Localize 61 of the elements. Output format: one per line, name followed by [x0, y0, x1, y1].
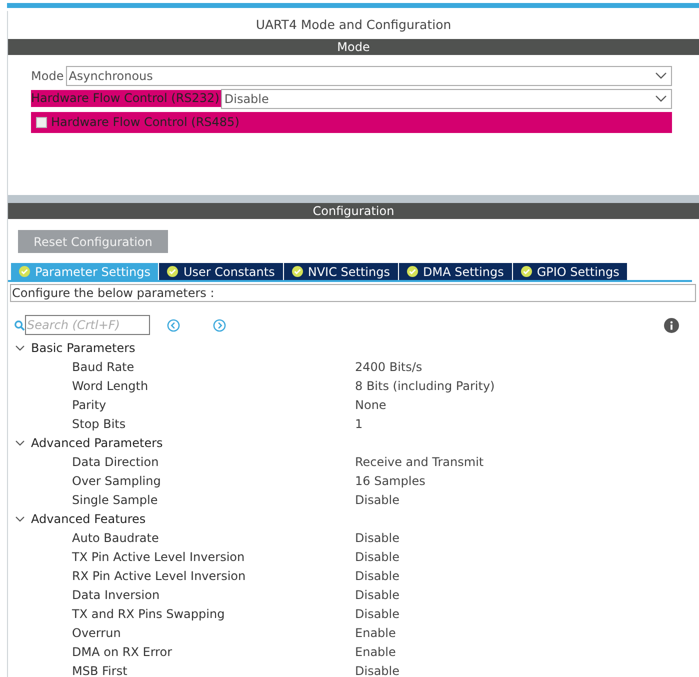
tab[interactable]: NVIC Settings [284, 263, 399, 280]
checkbox[interactable] [36, 116, 47, 128]
section-header: Configuration [8, 203, 699, 220]
tab[interactable]: GPIO Settings [512, 263, 628, 280]
chevron-down-icon[interactable] [15, 342, 25, 352]
parameter-name[interactable]: Data Inversion [8, 586, 355, 604]
parameter-value[interactable]: Receive and Transmit [355, 452, 484, 470]
flow-control-dropdown[interactable]: Disable [221, 88, 672, 109]
splitter-bar[interactable] [8, 195, 699, 204]
check-circle-icon [19, 266, 30, 278]
mode-label: Mode [31, 68, 64, 85]
parameter-value[interactable]: Disable [355, 566, 400, 584]
parameter-name[interactable]: Parity [8, 396, 355, 414]
parameter-name[interactable]: Data Direction [8, 452, 355, 470]
check-circle-icon [406, 266, 418, 278]
search-field[interactable]: Search (Crtl+F) [25, 315, 150, 336]
parameter-value[interactable]: Disable [355, 528, 400, 546]
parameter-value[interactable]: Disable [355, 662, 400, 677]
parameter-name[interactable]: Baud Rate [8, 358, 355, 376]
parameter-value[interactable]: Disable [355, 604, 400, 622]
parameter-name[interactable]: TX and RX Pins Swapping [8, 604, 355, 622]
flow-control-label: Hardware Flow Control (RS232) [31, 90, 222, 108]
group-label[interactable]: Basic Parameters [31, 338, 136, 356]
parameter-value[interactable]: Disable [355, 548, 400, 566]
section-header: Mode [8, 38, 699, 55]
info-icon[interactable] [664, 318, 679, 333]
parameter-name[interactable]: MSB First [8, 662, 355, 677]
check-circle-icon [292, 266, 303, 278]
mode-dropdown[interactable]: Asynchronous [66, 66, 672, 86]
check-circle-icon [520, 266, 532, 278]
parameter-name[interactable]: TX Pin Active Level Inversion [8, 548, 355, 566]
check-circle-icon [167, 266, 178, 278]
parameter-name[interactable]: Single Sample [8, 490, 355, 508]
parameter-value[interactable]: 16 Samples [355, 472, 426, 490]
dropdown-chevron-icon [655, 72, 667, 80]
parameter-value[interactable]: Disable [355, 490, 400, 508]
parameter-name[interactable]: Overrun [8, 624, 355, 642]
parameter-name[interactable]: Word Length [8, 376, 355, 394]
group-label[interactable]: Advanced Parameters [31, 434, 163, 452]
tab[interactable]: DMA Settings [398, 263, 513, 280]
parameter-name[interactable]: RX Pin Active Level Inversion [8, 566, 355, 584]
parameter-value[interactable]: Disable [355, 586, 400, 604]
parameter-name[interactable]: DMA on RX Error [8, 642, 355, 660]
group-label[interactable]: Advanced Features [31, 510, 146, 528]
parameter-value[interactable]: None [355, 396, 386, 414]
chevron-down-icon[interactable] [15, 514, 25, 524]
tab[interactable]: User Constants [159, 263, 284, 280]
parameter-value[interactable]: Enable [355, 624, 396, 642]
parameter-name[interactable]: Stop Bits [8, 414, 355, 432]
chevron-down-icon[interactable] [15, 438, 25, 448]
parameter-value[interactable]: Enable [355, 642, 396, 660]
search-icon [14, 320, 25, 331]
dropdown-chevron-icon [655, 94, 667, 103]
parameter-value[interactable]: 1 [355, 414, 363, 432]
checkbox-label: Hardware Flow Control (RS485) [51, 114, 240, 132]
parameter-name[interactable]: Auto Baudrate [8, 528, 355, 546]
parameter-value[interactable]: 8 Bits (including Parity) [355, 376, 495, 394]
description-field: Configure the below parameters : [10, 284, 696, 302]
window-title: UART4 Mode and Configuration [256, 16, 452, 34]
parameter-value[interactable]: 2400 Bits/s [355, 358, 422, 376]
parameter-name[interactable]: Over Sampling [8, 472, 355, 490]
